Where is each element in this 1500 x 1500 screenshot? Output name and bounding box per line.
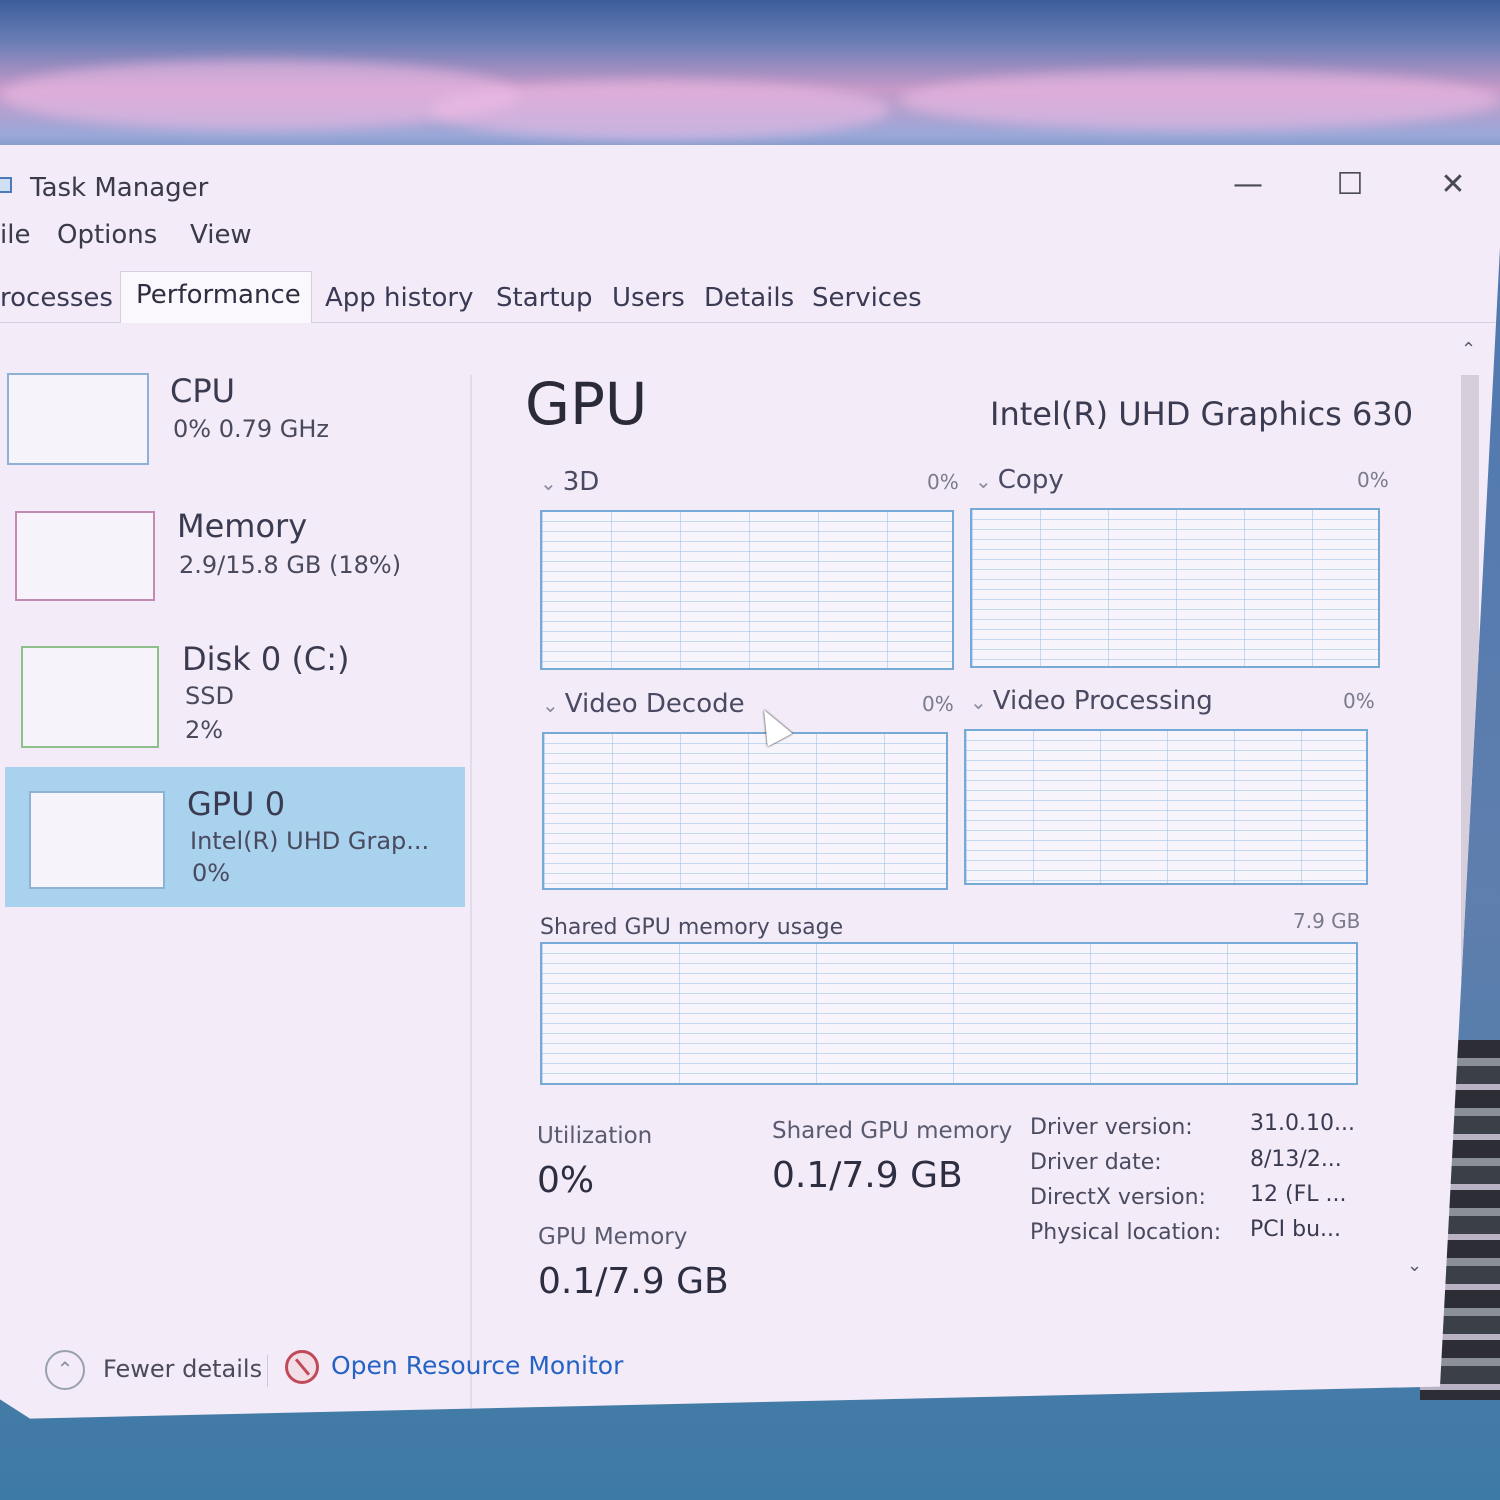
info-key-physical-location: Physical location: [1030,1220,1222,1245]
utilization-label: Utilization [537,1123,653,1149]
gpu-model-name: Intel(R) UHD Graphics 630 [990,395,1414,433]
footer-bar: ⌃ Fewer details Open Resource Monitor [45,1345,745,1395]
minimize-button[interactable]: — [1218,165,1278,205]
shared-memory-graph-label: Shared GPU memory usage [540,915,844,940]
graph-copy [970,508,1380,668]
sidebar-item-disk[interactable]: Disk 0 (C:) SSD 2% [5,630,465,760]
sidebar-item-cpu[interactable]: CPU 0% 0.79 GHz [5,360,465,480]
memory-thumbnail-graph [15,511,155,601]
disk-thumbnail-graph [21,646,159,748]
tab-details[interactable]: Details [704,275,799,323]
graph-label-3d[interactable]: ⌄ 3D [540,467,599,497]
menu-options[interactable]: Options [57,220,157,250]
menu-file[interactable]: ile [0,220,30,250]
tab-bar: rocesses Performance App history Startup… [0,271,1500,323]
graph-label-video-processing[interactable]: ⌄ Video Processing [970,686,1213,716]
open-resource-monitor-link[interactable]: Open Resource Monitor [331,1351,623,1380]
title-bar: Task Manager — ☐ ✕ [0,155,1500,210]
info-value-driver-date: 8/13/2... [1250,1147,1342,1172]
info-value-driver-version: 31.0.10... [1250,1111,1355,1136]
info-value-physical-location: PCI bu... [1250,1217,1341,1242]
shared-gpu-memory-value: 0.1/7.9 GB [772,1155,963,1196]
tab-processes[interactable]: rocesses [0,275,118,323]
shared-gpu-memory-label: Shared GPU memory [772,1118,1013,1144]
graph-percent-video-processing: 0% [1343,689,1375,713]
chevron-down-icon: ⌄ [542,693,559,717]
tab-startup[interactable]: Startup [496,275,596,323]
sidebar-item-title: GPU 0 [187,785,286,823]
graph-percent-3d: 0% [927,470,959,494]
resource-monitor-icon[interactable] [285,1350,319,1384]
tab-services[interactable]: Services [812,275,922,323]
sidebar-item-subtitle: SSD [185,682,234,710]
chevron-down-icon: ⌄ [540,471,557,495]
tab-app-history[interactable]: App history [325,275,485,323]
info-key-directx-version: DirectX version: [1030,1185,1206,1210]
panel-divider [470,375,472,1419]
close-button[interactable]: ✕ [1423,165,1483,205]
graph-label-video-decode[interactable]: ⌄ Video Decode [542,689,745,719]
graph-percent-copy: 0% [1357,468,1389,492]
sidebar-item-memory[interactable]: Memory 2.9/15.8 GB (18%) [5,495,465,615]
window-title: Task Manager [30,173,209,203]
shared-memory-graph-max: 7.9 GB [1293,909,1361,933]
gpu-memory-value: 0.1/7.9 GB [538,1261,729,1302]
sidebar-item-gpu[interactable]: GPU 0 Intel(R) UHD Grap... 0% [5,767,465,907]
sky-cloud [430,80,890,140]
utilization-value: 0% [537,1160,595,1201]
graph-percent-video-decode: 0% [922,692,954,716]
sky-cloud [900,70,1500,130]
sidebar-item-subtitle: 0% 0.79 GHz [173,415,330,443]
graph-shared-gpu-memory [540,942,1358,1085]
chevron-down-icon: ⌄ [975,469,992,493]
sidebar-item-value: 0% [192,859,231,887]
maximize-button[interactable]: ☐ [1320,165,1380,205]
scroll-up-icon[interactable]: ⌃ [1461,339,1476,360]
detail-title: GPU [525,370,648,438]
sidebar-item-title: CPU [170,372,236,410]
info-key-driver-date: Driver date: [1030,1150,1162,1175]
info-key-driver-version: Driver version: [1030,1115,1193,1140]
tab-performance[interactable]: Performance [120,271,312,323]
sidebar-item-value: 2% [185,716,224,744]
graph-video-processing [964,729,1368,885]
task-manager-window: Task Manager — ☐ ✕ ile Options View roce… [0,145,1500,1419]
cpu-thumbnail-graph [7,373,149,465]
fewer-details-button[interactable]: Fewer details [103,1355,262,1383]
gpu-memory-label: GPU Memory [538,1224,688,1250]
sidebar-item-title: Memory [177,507,308,545]
chevron-up-circle-icon[interactable]: ⌃ [45,1350,85,1390]
scroll-down-icon[interactable]: ⌄ [1407,1255,1422,1276]
graph-label-copy[interactable]: ⌄ Copy [975,465,1064,495]
sidebar-item-subtitle: Intel(R) UHD Grap... [190,827,430,855]
sidebar-item-title: Disk 0 (C:) [182,640,350,678]
sidebar-item-subtitle: 2.9/15.8 GB (18%) [179,551,402,579]
info-value-directx-version: 12 (FL ... [1250,1182,1347,1207]
gpu-thumbnail-graph [29,791,165,889]
tab-users[interactable]: Users [612,275,692,323]
chevron-down-icon: ⌄ [970,690,987,714]
menu-view[interactable]: View [190,220,252,250]
graph-3d [540,510,954,670]
footer-separator [267,1355,268,1387]
graph-video-decode [542,732,948,890]
task-manager-icon [0,177,12,193]
